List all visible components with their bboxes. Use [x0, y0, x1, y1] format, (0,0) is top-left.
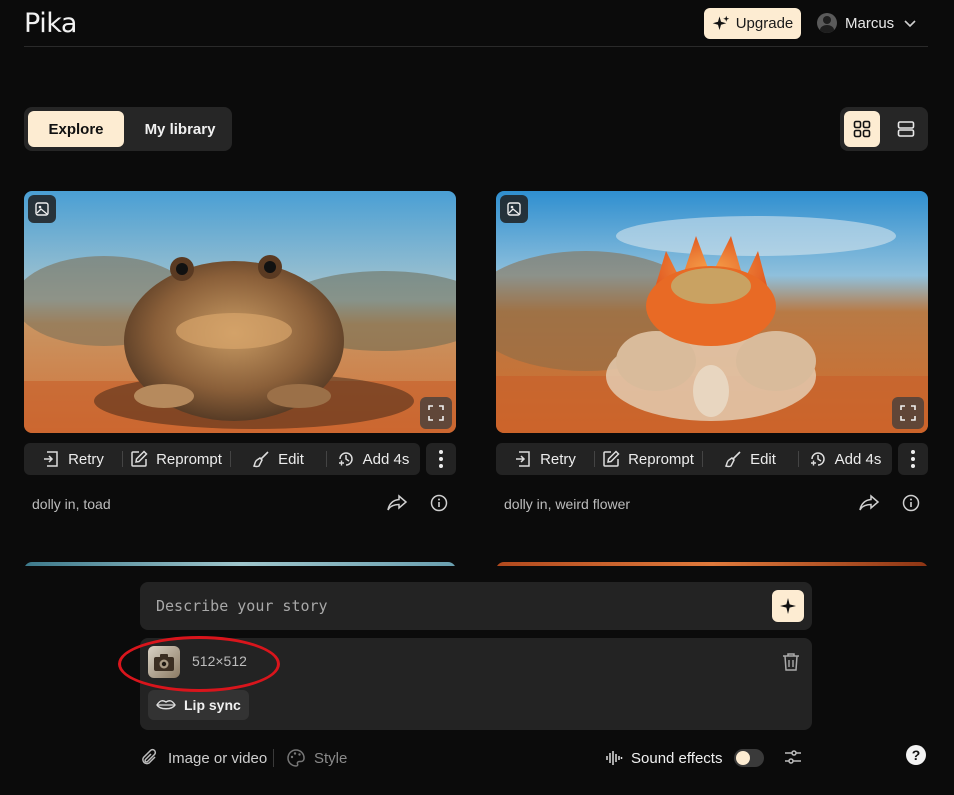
lip-sync-button[interactable]: Lip sync	[148, 690, 249, 720]
sparkle-icon	[780, 598, 796, 614]
caption-actions	[858, 494, 920, 512]
video-caption: dolly in, toad	[32, 496, 111, 512]
sound-wave-icon	[606, 751, 623, 765]
action-bar: Retry Reprompt Edit Add 4s	[24, 443, 420, 475]
trash-icon	[783, 653, 799, 671]
brush-icon	[725, 451, 741, 468]
upgrade-label: Upgrade	[735, 15, 794, 32]
video-card: Retry Reprompt Edit Add 4s dolly in, toa…	[24, 191, 456, 512]
action-bar: Retry Reprompt Edit Add 4s	[496, 443, 892, 475]
advanced-settings-button[interactable]	[784, 748, 802, 771]
sparkle-icon	[712, 15, 729, 30]
image-or-video-label: Image or video	[168, 749, 268, 767]
grid-icon	[853, 120, 871, 138]
fullscreen-button[interactable]	[420, 397, 452, 429]
image-icon	[507, 202, 521, 216]
grid-view-button[interactable]	[844, 111, 880, 147]
tab-explore[interactable]: Explore	[28, 111, 124, 147]
add-4s-label: Add 4s	[362, 450, 410, 468]
more-options-button[interactable]	[898, 443, 928, 475]
retry-button[interactable]: Retry	[24, 443, 122, 475]
video-caption: dolly in, weird flower	[504, 496, 631, 512]
edit-label: Edit	[278, 450, 304, 468]
caption-actions	[386, 494, 448, 512]
reprompt-label: Reprompt	[628, 450, 694, 468]
remove-attachment-button[interactable]	[782, 652, 800, 677]
video-thumbnail-toad[interactable]	[24, 191, 456, 433]
add-4s-label: Add 4s	[834, 450, 882, 468]
sound-effects-toggle[interactable]: Sound effects	[605, 746, 765, 770]
composer-toolbar: Image or video Style Sound effects	[140, 746, 812, 770]
share-icon[interactable]	[386, 494, 408, 512]
image-source-badge	[500, 195, 528, 223]
share-icon[interactable]	[858, 494, 880, 512]
pika-logo[interactable]: Pika	[24, 8, 77, 39]
pencil-square-icon	[131, 450, 148, 467]
toolbar-divider	[273, 749, 274, 767]
palette-icon	[287, 749, 305, 767]
info-icon[interactable]	[430, 494, 448, 512]
sliders-icon	[785, 750, 801, 764]
retry-label: Retry	[540, 450, 576, 468]
prompt-box[interactable]: Describe your story	[140, 582, 812, 630]
highlight-annotation-circle	[118, 636, 280, 692]
reprompt-label: Reprompt	[156, 450, 222, 468]
expand-icon	[428, 405, 444, 421]
lip-sync-label: Lip sync	[184, 697, 241, 713]
tab-my-library[interactable]: My library	[130, 111, 230, 147]
reprompt-button[interactable]: Reprompt	[594, 443, 702, 475]
clock-extend-icon	[810, 452, 825, 466]
video-thumbnail-flower[interactable]	[496, 191, 928, 433]
paperclip-icon	[142, 748, 157, 765]
more-vertical-icon	[439, 450, 443, 468]
fullscreen-button[interactable]	[892, 397, 924, 429]
retry-button[interactable]: Retry	[496, 443, 594, 475]
generate-button[interactable]	[772, 590, 804, 622]
rows-icon	[897, 121, 915, 137]
user-menu[interactable]: Marcus	[817, 13, 918, 33]
edit-label: Edit	[750, 450, 776, 468]
card-actions: Retry Reprompt Edit Add 4s	[496, 443, 928, 475]
list-view-button[interactable]	[888, 111, 924, 147]
reprompt-button[interactable]: Reprompt	[122, 443, 230, 475]
clock-extend-icon	[338, 452, 353, 466]
lips-icon	[156, 700, 176, 710]
more-options-button[interactable]	[426, 443, 456, 475]
edit-button[interactable]: Edit	[230, 443, 326, 475]
view-toggle	[840, 107, 928, 151]
upgrade-button[interactable]: Upgrade	[704, 8, 801, 39]
style-button[interactable]: Style	[286, 746, 347, 770]
toad-image	[24, 191, 456, 433]
video-card: Retry Reprompt Edit Add 4s dolly in, wei…	[496, 191, 928, 512]
image-or-video-button[interactable]: Image or video	[140, 746, 267, 770]
edit-button[interactable]: Edit	[702, 443, 798, 475]
brush-icon	[253, 451, 269, 468]
add-4s-button[interactable]: Add 4s	[798, 443, 892, 475]
sound-effects-label: Sound effects	[631, 749, 723, 767]
sound-effects-switch[interactable]	[734, 749, 765, 767]
prompt-composer: Describe your story 512×512 Lip sync Ima…	[0, 566, 954, 795]
prompt-input[interactable]: Describe your story	[156, 597, 328, 615]
more-vertical-icon	[911, 450, 915, 468]
style-label: Style	[314, 749, 348, 767]
retry-label: Retry	[68, 450, 104, 468]
chevron-down-icon	[904, 20, 916, 28]
user-name: Marcus	[845, 14, 895, 32]
top-header: Pika Upgrade Marcus	[24, 0, 928, 47]
image-source-badge	[28, 195, 56, 223]
flower-image	[496, 191, 928, 433]
add-4s-button[interactable]: Add 4s	[326, 443, 420, 475]
retry-icon	[516, 451, 530, 467]
image-icon	[35, 202, 49, 216]
pencil-square-icon	[603, 450, 620, 467]
help-button[interactable]: ?	[906, 745, 926, 765]
expand-icon	[900, 405, 916, 421]
avatar	[817, 13, 837, 33]
card-actions: Retry Reprompt Edit Add 4s	[24, 443, 456, 475]
info-icon[interactable]	[902, 494, 920, 512]
library-tabs: Explore My library	[24, 107, 232, 151]
retry-icon	[44, 451, 58, 467]
